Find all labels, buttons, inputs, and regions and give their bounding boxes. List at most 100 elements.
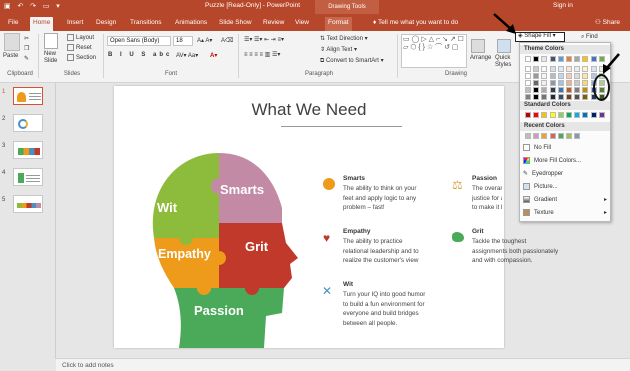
recent-color-swatch[interactable] xyxy=(549,133,556,139)
theme-color-swatch[interactable] xyxy=(525,80,531,86)
convert-smartart-button[interactable]: ⧉ Convert to SmartArt ▾ xyxy=(320,57,384,65)
theme-color-swatch[interactable] xyxy=(566,94,572,100)
theme-color-swatch[interactable] xyxy=(582,73,589,79)
standard-color-swatch[interactable] xyxy=(566,112,572,118)
standard-color-swatch[interactable] xyxy=(598,112,605,118)
slide-thumbnail[interactable]: 2 xyxy=(0,114,56,134)
slide-canvas[interactable]: What We Need Smarts Wit Empathy Grit Pas… xyxy=(114,86,558,348)
standard-color-swatch[interactable] xyxy=(541,112,548,118)
tab-insert[interactable]: Insert xyxy=(64,17,86,31)
theme-color-swatch[interactable] xyxy=(582,56,589,62)
recent-color-swatch[interactable] xyxy=(541,133,548,139)
puzzle-piece-passion[interactable] xyxy=(174,288,284,348)
theme-color-swatch[interactable] xyxy=(574,80,581,86)
shapes-gallery[interactable]: ▭ ◯ ▷ △ ⌐ ↘ ↗ ☐ ▱ ⬡ { } ☆ ⌒ ↺ ▢ xyxy=(401,34,467,68)
theme-color-swatch[interactable] xyxy=(549,56,556,62)
more-fill-colors-item[interactable]: More Fill Colors... xyxy=(523,156,609,166)
theme-color-swatch[interactable] xyxy=(541,94,548,100)
arrange-icon[interactable] xyxy=(471,39,485,53)
theme-color-swatch[interactable] xyxy=(566,87,572,93)
theme-color-swatch[interactable] xyxy=(557,87,564,93)
slide-thumbnail[interactable]: 4 xyxy=(0,168,56,188)
theme-color-swatch[interactable] xyxy=(574,73,581,79)
shape-fill-button[interactable]: ◈ Shape Fill ▾ xyxy=(515,32,565,42)
theme-color-swatch[interactable] xyxy=(541,66,548,72)
theme-color-swatch[interactable] xyxy=(557,73,564,79)
theme-color-swatch[interactable] xyxy=(549,94,556,100)
puzzle-piece-empathy[interactable] xyxy=(154,238,219,288)
theme-color-swatch[interactable] xyxy=(582,94,589,100)
format-painter-icon[interactable]: ✎ xyxy=(24,55,29,62)
undo-icon[interactable]: ↶ xyxy=(17,2,23,10)
font-style-buttons[interactable]: B I U S abc xyxy=(108,52,172,58)
theme-color-swatch[interactable] xyxy=(574,87,581,93)
slide-thumbnail[interactable]: 5 xyxy=(0,195,56,215)
theme-color-swatch[interactable] xyxy=(533,87,540,93)
theme-color-swatch[interactable] xyxy=(549,80,556,86)
theme-color-swatch[interactable] xyxy=(541,87,548,93)
recent-color-swatch[interactable] xyxy=(574,133,581,139)
customize-qat-icon[interactable]: ▾ xyxy=(56,2,60,10)
recent-color-swatch[interactable] xyxy=(566,133,572,139)
layout-button[interactable]: Layout xyxy=(67,34,94,41)
theme-color-swatch[interactable] xyxy=(549,87,556,93)
quick-styles-button[interactable]: Quick Styles xyxy=(495,55,517,69)
grow-font-icon[interactable]: A▴ A▾ xyxy=(197,37,212,44)
section-button[interactable]: Section xyxy=(67,54,96,61)
puzzle-piece-wit[interactable] xyxy=(152,153,219,238)
eyedropper-item[interactable]: ✎ Eyedropper xyxy=(523,169,609,179)
font-name-select[interactable]: Open Sans (Body) xyxy=(107,36,171,46)
theme-color-swatch[interactable] xyxy=(574,56,581,62)
reset-button[interactable]: Reset xyxy=(67,44,92,51)
theme-color-swatch[interactable] xyxy=(557,94,564,100)
tab-view[interactable]: View xyxy=(292,17,312,31)
font-color-icon[interactable]: A▾ xyxy=(210,52,217,59)
bullets-icon[interactable]: ☰▾ ☰▾ ⇤ ⇥ ≡▾ xyxy=(244,36,284,43)
notes-placeholder[interactable]: Click to add notes xyxy=(56,358,630,371)
align-text-button[interactable]: ⇕ Align Text ▾ xyxy=(320,46,357,53)
standard-color-swatch[interactable] xyxy=(590,112,597,118)
theme-color-swatch[interactable] xyxy=(557,56,564,62)
theme-color-swatch[interactable] xyxy=(557,80,564,86)
theme-color-swatch[interactable] xyxy=(566,56,572,62)
tab-home[interactable]: Home xyxy=(30,17,54,31)
cut-icon[interactable]: ✂ xyxy=(24,35,29,42)
theme-color-swatch[interactable] xyxy=(541,80,548,86)
arrange-button[interactable]: Arrange xyxy=(470,55,491,61)
no-fill-item[interactable]: No Fill xyxy=(523,143,609,153)
theme-color-swatch[interactable] xyxy=(566,73,572,79)
redo-icon[interactable]: ↷ xyxy=(30,2,36,10)
recent-color-swatch[interactable] xyxy=(525,133,531,139)
tab-format[interactable]: Format xyxy=(325,17,352,31)
texture-item[interactable]: Texture ▸ xyxy=(523,208,609,218)
theme-color-swatch[interactable] xyxy=(590,66,597,72)
theme-color-swatch[interactable] xyxy=(549,73,556,79)
save-icon[interactable]: ▣ xyxy=(4,2,11,10)
standard-color-swatch[interactable] xyxy=(533,112,540,118)
standard-color-swatch[interactable] xyxy=(525,112,531,118)
signin-link[interactable]: Sign in xyxy=(553,2,573,9)
new-slide-button[interactable]: New Slide xyxy=(44,51,66,65)
theme-color-swatch[interactable] xyxy=(525,94,531,100)
theme-color-swatch[interactable] xyxy=(525,87,531,93)
tab-animations[interactable]: Animations xyxy=(172,17,210,31)
theme-color-swatch[interactable] xyxy=(566,80,572,86)
theme-color-swatch[interactable] xyxy=(590,56,597,62)
theme-color-swatch[interactable] xyxy=(566,66,572,72)
tab-transitions[interactable]: Transitions xyxy=(127,17,165,31)
slide-title[interactable]: What We Need xyxy=(114,100,504,120)
tab-review[interactable]: Review xyxy=(260,17,287,31)
find-button[interactable]: ⌕ Find xyxy=(581,34,598,41)
theme-color-swatch[interactable] xyxy=(582,87,589,93)
theme-color-swatch[interactable] xyxy=(525,56,531,62)
gradient-item[interactable]: Gradient ▸ xyxy=(523,195,609,205)
head-puzzle-graphic[interactable] xyxy=(124,148,309,348)
theme-color-swatch[interactable] xyxy=(525,73,531,79)
theme-color-swatch[interactable] xyxy=(582,80,589,86)
start-presentation-icon[interactable]: ▭ xyxy=(43,2,50,10)
theme-color-swatch[interactable] xyxy=(541,56,548,62)
standard-color-swatch[interactable] xyxy=(557,112,564,118)
align-icons[interactable]: ≡ ≡ ≡ ≡ ▥ ☰▾ xyxy=(244,51,280,58)
character-spacing-icon[interactable]: AV▾ Aa▾ xyxy=(176,52,198,59)
tab-design[interactable]: Design xyxy=(93,17,119,31)
